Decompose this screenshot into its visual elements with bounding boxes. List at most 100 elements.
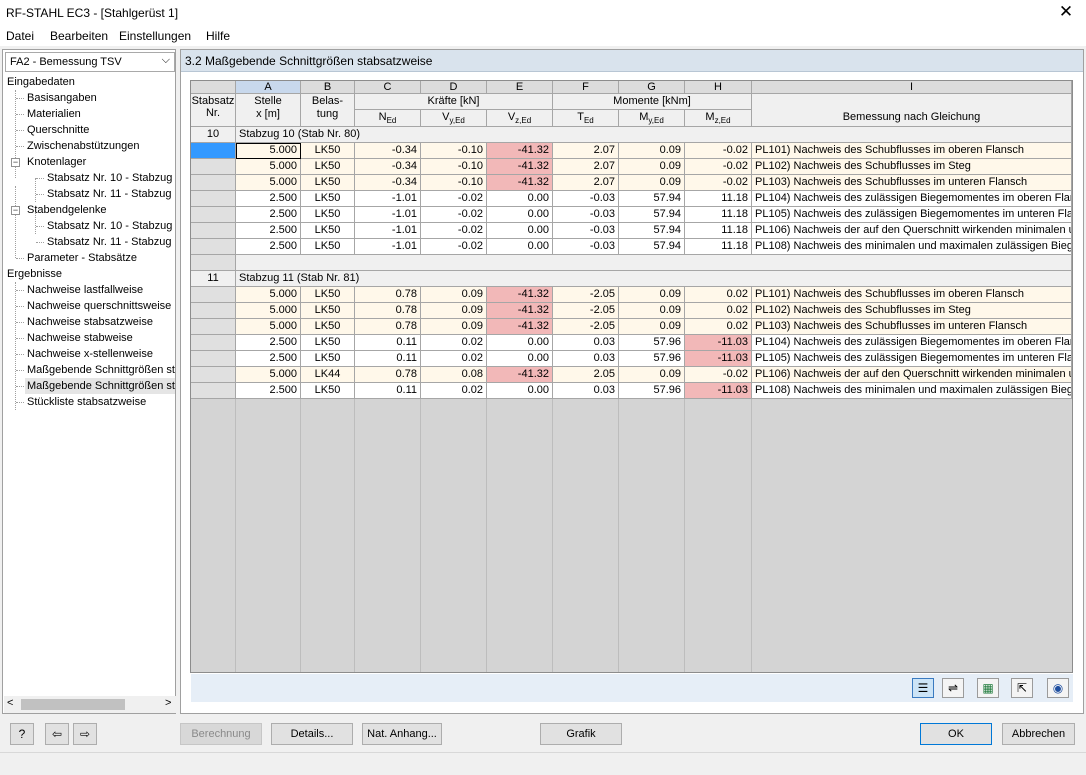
row-selector[interactable] bbox=[191, 191, 236, 207]
value-cell-vz[interactable]: -41.32 bbox=[487, 159, 553, 175]
value-cell-lc[interactable]: LK50 bbox=[301, 143, 355, 159]
value-cell-x[interactable]: 5.000 bbox=[236, 175, 301, 191]
column-letter[interactable]: D bbox=[421, 81, 487, 94]
close-icon[interactable]: ✕ bbox=[1056, 2, 1076, 22]
value-cell-vy[interactable]: 0.09 bbox=[421, 319, 487, 335]
value-cell-lc[interactable]: LK50 bbox=[301, 351, 355, 367]
value-cell-x[interactable]: 2.500 bbox=[236, 207, 301, 223]
value-cell-lc[interactable]: LK50 bbox=[301, 239, 355, 255]
value-cell-x[interactable]: 5.000 bbox=[236, 143, 301, 159]
color-bars-icon[interactable]: ⇌ bbox=[942, 678, 964, 698]
value-cell-vz[interactable]: 0.00 bbox=[487, 383, 553, 399]
scroll-left-icon[interactable]: < bbox=[7, 697, 13, 709]
value-cell-lc[interactable]: LK50 bbox=[301, 303, 355, 319]
tree-release-set-11[interactable]: Stabsatz Nr. 11 - Stabzug 11 (Stab Nr. 8… bbox=[47, 234, 175, 250]
national-annex-button[interactable]: Nat. Anhang... bbox=[362, 723, 442, 745]
design-equation-cell[interactable]: PL104) Nachweis des zulässigen Biegemome… bbox=[752, 335, 1072, 351]
value-cell-vy[interactable]: -0.10 bbox=[421, 159, 487, 175]
design-equation-cell[interactable]: PL101) Nachweis des Schubflusses im ober… bbox=[752, 143, 1072, 159]
value-cell-x[interactable]: 2.500 bbox=[236, 335, 301, 351]
filter-columns-icon[interactable]: ☰ bbox=[912, 678, 934, 698]
tree-materials[interactable]: Materialien bbox=[27, 106, 81, 122]
value-cell-my[interactable]: 0.09 bbox=[619, 159, 685, 175]
tree-results-by-member[interactable]: Nachweise stabweise bbox=[27, 330, 133, 346]
value-cell-mz[interactable]: 11.18 bbox=[685, 191, 752, 207]
column-letter[interactable]: F bbox=[553, 81, 619, 94]
value-cell-n[interactable]: 0.11 bbox=[355, 351, 421, 367]
value-cell-n[interactable]: 0.78 bbox=[355, 319, 421, 335]
value-cell-vz[interactable]: 0.00 bbox=[487, 351, 553, 367]
design-equation-cell[interactable]: PL104) Nachweis des zulässigen Biegemome… bbox=[752, 191, 1072, 207]
value-cell-vy[interactable]: 0.02 bbox=[421, 351, 487, 367]
value-cell-vy[interactable]: -0.10 bbox=[421, 175, 487, 191]
value-cell-my[interactable]: 57.94 bbox=[619, 191, 685, 207]
value-cell-mz[interactable]: 11.18 bbox=[685, 223, 752, 239]
scroll-right-icon[interactable]: > bbox=[165, 697, 171, 709]
row-selector[interactable] bbox=[191, 207, 236, 223]
value-cell-vy[interactable]: -0.02 bbox=[421, 207, 487, 223]
value-cell-vz[interactable]: -41.32 bbox=[487, 367, 553, 383]
value-cell-t[interactable]: 2.07 bbox=[553, 159, 619, 175]
tree-input-data[interactable]: Eingabedaten bbox=[7, 74, 75, 90]
value-cell-n[interactable]: -1.01 bbox=[355, 207, 421, 223]
value-cell-lc[interactable]: LK44 bbox=[301, 367, 355, 383]
row-selector[interactable] bbox=[191, 319, 236, 335]
column-letter[interactable]: E bbox=[487, 81, 553, 94]
value-cell-mz[interactable]: -0.02 bbox=[685, 175, 752, 191]
tree-nodal-support-set-11[interactable]: Stabsatz Nr. 11 - Stabzug 11 (Stab Nr. 8… bbox=[47, 186, 175, 202]
graphics-button[interactable]: Grafik bbox=[540, 723, 622, 745]
ok-button[interactable]: OK bbox=[920, 723, 992, 745]
value-cell-mz[interactable]: 0.02 bbox=[685, 287, 752, 303]
value-cell-n[interactable]: -0.34 bbox=[355, 175, 421, 191]
design-equation-cell[interactable]: PL103) Nachweis des Schubflusses im unte… bbox=[752, 319, 1072, 335]
column-letter[interactable]: C bbox=[355, 81, 421, 94]
tree-results-by-load-case[interactable]: Nachweise lastfallweise bbox=[27, 282, 143, 298]
value-cell-vy[interactable]: 0.02 bbox=[421, 335, 487, 351]
value-cell-my[interactable]: 57.96 bbox=[619, 383, 685, 399]
value-cell-vz[interactable]: -41.32 bbox=[487, 319, 553, 335]
value-cell-n[interactable]: -1.01 bbox=[355, 223, 421, 239]
value-cell-lc[interactable]: LK50 bbox=[301, 287, 355, 303]
value-cell-mz[interactable]: -11.03 bbox=[685, 351, 752, 367]
tree-results-by-cross-section[interactable]: Nachweise querschnittsweise bbox=[27, 298, 171, 314]
scroll-thumb[interactable] bbox=[21, 699, 125, 710]
value-cell-n[interactable]: 0.11 bbox=[355, 383, 421, 399]
value-cell-x[interactable]: 5.000 bbox=[236, 367, 301, 383]
value-cell-x[interactable]: 2.500 bbox=[236, 383, 301, 399]
design-equation-cell[interactable]: PL108) Nachweis des minimalen und maxima… bbox=[752, 383, 1072, 399]
row-selector[interactable] bbox=[191, 367, 236, 383]
value-cell-lc[interactable]: LK50 bbox=[301, 191, 355, 207]
tree-governing-forces-by-set[interactable]: Maßgebende Schnittgrößen stabsatzweise bbox=[25, 378, 175, 394]
value-cell-lc[interactable]: LK50 bbox=[301, 319, 355, 335]
tree-cross-sections[interactable]: Querschnitte bbox=[27, 122, 89, 138]
view-eye-icon[interactable]: ◉ bbox=[1047, 678, 1069, 698]
value-cell-my[interactable]: 57.96 bbox=[619, 335, 685, 351]
tree-nodal-support-set-10[interactable]: Stabsatz Nr. 10 - Stabzug 10 (Stab Nr. 8… bbox=[47, 170, 175, 186]
tree-results[interactable]: Ergebnisse bbox=[7, 266, 62, 282]
value-cell-x[interactable]: 5.000 bbox=[236, 287, 301, 303]
value-cell-vy[interactable]: 0.08 bbox=[421, 367, 487, 383]
value-cell-x[interactable]: 2.500 bbox=[236, 351, 301, 367]
value-cell-my[interactable]: 0.09 bbox=[619, 303, 685, 319]
value-cell-t[interactable]: 2.05 bbox=[553, 367, 619, 383]
value-cell-my[interactable]: 0.09 bbox=[619, 287, 685, 303]
tree-nodal-supports[interactable]: Knotenlager bbox=[27, 154, 86, 170]
row-selector[interactable] bbox=[191, 255, 236, 271]
value-cell-mz[interactable]: -11.03 bbox=[685, 335, 752, 351]
value-cell-x[interactable]: 2.500 bbox=[236, 239, 301, 255]
design-equation-cell[interactable]: PL101) Nachweis des Schubflusses im ober… bbox=[752, 287, 1072, 303]
menu-edit[interactable]: Bearbeiten bbox=[50, 29, 108, 43]
value-cell-n[interactable]: -1.01 bbox=[355, 239, 421, 255]
design-equation-cell[interactable]: PL106) Nachweis der auf den Querschnitt … bbox=[752, 367, 1072, 383]
tree-results-by-x-location[interactable]: Nachweise x-stellenweise bbox=[27, 346, 153, 362]
value-cell-t[interactable]: -2.05 bbox=[553, 303, 619, 319]
details-button[interactable]: Details... bbox=[271, 723, 353, 745]
value-cell-x[interactable]: 2.500 bbox=[236, 223, 301, 239]
value-cell-vy[interactable]: -0.02 bbox=[421, 239, 487, 255]
value-cell-n[interactable]: 0.78 bbox=[355, 287, 421, 303]
design-equation-cell[interactable]: PL102) Nachweis des Schubflusses im Steg bbox=[752, 303, 1072, 319]
value-cell-vz[interactable]: -41.32 bbox=[487, 143, 553, 159]
design-equation-cell[interactable]: PL105) Nachweis des zulässigen Biegemome… bbox=[752, 351, 1072, 367]
value-cell-lc[interactable]: LK50 bbox=[301, 207, 355, 223]
value-cell-t[interactable]: 0.03 bbox=[553, 351, 619, 367]
